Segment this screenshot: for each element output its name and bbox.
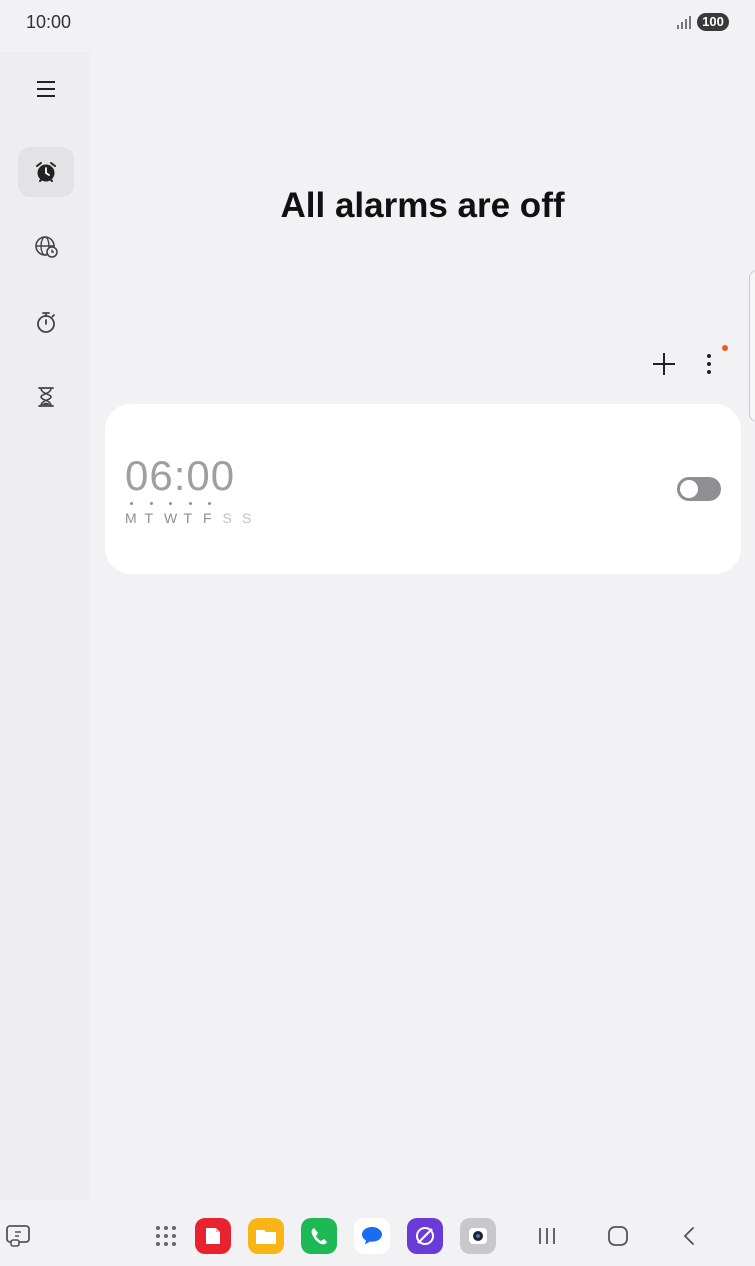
- alarm-card[interactable]: 06:00 M T W T F S S: [105, 404, 741, 574]
- battery-indicator: 100: [697, 13, 729, 31]
- day-tuesday: T: [145, 502, 165, 526]
- files-app-icon: [256, 1230, 276, 1244]
- app-drawer-icon: [156, 1226, 176, 1246]
- status-bar: 10:00 100: [0, 0, 755, 44]
- camera-app-button[interactable]: [460, 1218, 496, 1254]
- messages-app-button[interactable]: [354, 1218, 390, 1254]
- add-alarm-button[interactable]: [646, 346, 682, 382]
- internet-app-icon: [416, 1227, 434, 1245]
- signal-icon: [677, 16, 691, 29]
- home-icon: [608, 1226, 628, 1246]
- taskbar: [0, 1206, 755, 1266]
- more-options-button[interactable]: [694, 346, 724, 382]
- tab-timer[interactable]: [18, 372, 74, 422]
- day-monday: M: [125, 502, 145, 526]
- stopwatch-icon: [37, 312, 55, 333]
- notification-dot: [722, 345, 728, 351]
- alarm-icon: [36, 162, 56, 182]
- phone-app-button[interactable]: [301, 1218, 337, 1254]
- alarm-time: 06:00: [125, 452, 236, 499]
- day-friday: F: [203, 502, 223, 526]
- phone-app-icon: [311, 1228, 327, 1245]
- toggle-knob: [680, 480, 698, 498]
- menu-icon: [37, 81, 55, 97]
- messages-app-icon: [362, 1227, 382, 1245]
- day-thursday: T: [184, 502, 204, 526]
- back-button[interactable]: [671, 1218, 707, 1254]
- nav-rail: [0, 52, 90, 1200]
- recents-button[interactable]: [529, 1218, 565, 1254]
- taskbar-recent-apps-button[interactable]: [0, 1218, 36, 1254]
- files-app-button[interactable]: [248, 1218, 284, 1254]
- tab-alarm[interactable]: [18, 147, 74, 197]
- hourglass-icon: [38, 387, 54, 407]
- day-saturday: S: [222, 510, 232, 526]
- app-drawer-button[interactable]: [148, 1218, 184, 1254]
- status-time: 10:00: [26, 12, 72, 32]
- more-vertical-icon: [707, 354, 711, 374]
- recents-icon: [539, 1228, 555, 1244]
- tab-stopwatch[interactable]: [18, 297, 74, 347]
- page-title: All alarms are off: [280, 186, 565, 225]
- notes-app-icon: [206, 1228, 220, 1244]
- notes-app-button[interactable]: [195, 1218, 231, 1254]
- task-switch-icon: [6, 1225, 30, 1247]
- menu-button[interactable]: [18, 64, 74, 114]
- internet-app-button[interactable]: [407, 1218, 443, 1254]
- day-sunday: S: [242, 510, 252, 526]
- camera-app-icon: [469, 1228, 487, 1244]
- globe-clock-icon: [35, 236, 58, 258]
- tab-world-clock[interactable]: [18, 222, 74, 272]
- day-wednesday: W: [164, 502, 184, 526]
- home-button[interactable]: [600, 1218, 636, 1254]
- plus-icon: [653, 353, 675, 375]
- alarm-toggle[interactable]: [677, 477, 721, 501]
- alarm-days: M T W T F S S: [125, 502, 262, 526]
- back-icon: [683, 1227, 694, 1245]
- edge-panel-handle[interactable]: [749, 270, 755, 422]
